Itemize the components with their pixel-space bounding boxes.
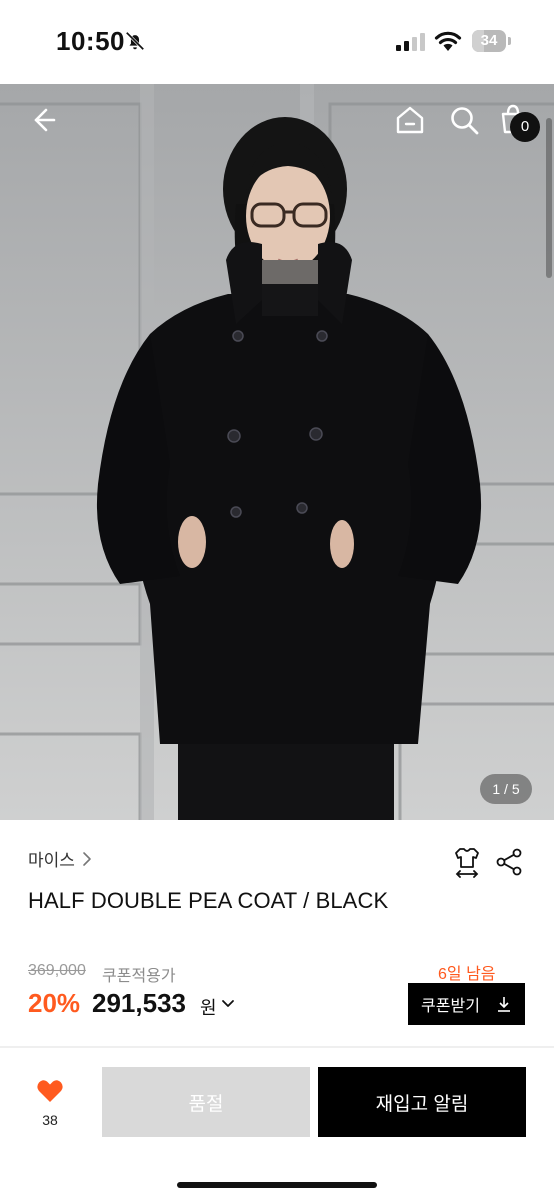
share-icon[interactable] [496, 848, 522, 876]
soldout-label: 품절 [188, 1093, 224, 1115]
discount-rate: 20% [28, 988, 81, 1018]
back-arrow-icon[interactable] [24, 102, 60, 138]
battery-indicator: 34 [472, 30, 512, 52]
scrollbar[interactable] [546, 118, 552, 278]
brand-link[interactable]: 마이스 [28, 846, 93, 871]
like-button[interactable]: 38 [28, 1078, 72, 1134]
original-price: 369,000 [28, 962, 86, 979]
battery-cap [508, 37, 511, 45]
chevron-down-icon[interactable] [221, 998, 235, 1010]
soldout-button[interactable]: 품절 [102, 1067, 310, 1137]
divider [0, 1046, 554, 1048]
like-count: 38 [42, 1112, 58, 1128]
image-counter: 1 / 5 [480, 774, 532, 804]
chevron-right-icon [83, 851, 91, 866]
product-photo [0, 84, 554, 820]
download-icon [497, 997, 510, 1012]
heart-icon [37, 1080, 63, 1102]
home-indicator [177, 1182, 377, 1188]
status-time: 10:50 [56, 26, 125, 56]
get-coupon-button[interactable]: 쿠폰받기 [408, 983, 525, 1025]
size-guide-icon[interactable] [452, 846, 482, 878]
restock-alert-label: 재입고 알림 [375, 1093, 469, 1115]
wifi-icon [434, 31, 462, 51]
product-image-carousel[interactable]: 0 1 / 5 [0, 84, 554, 820]
home-icon[interactable] [392, 102, 428, 138]
battery-level-text: 34 [480, 32, 498, 49]
cart-count-badge[interactable]: 0 [510, 112, 540, 142]
bell-off-icon [125, 31, 145, 51]
get-coupon-label: 쿠폰받기 [421, 998, 480, 1015]
battery-body: 34 [472, 30, 506, 52]
currency-label: 원 [200, 998, 217, 1018]
sale-price: 291,533 [92, 988, 186, 1018]
product-title: HALF DOUBLE PEA COAT / BLACK [28, 888, 389, 913]
status-bar: 10:50 34 [0, 0, 554, 84]
search-icon[interactable] [446, 102, 482, 138]
brand-name: 마이스 [28, 851, 75, 870]
coupon-days-left: 6일 남음 [438, 966, 496, 983]
coupon-applied-label: 쿠폰적용가 [102, 968, 176, 985]
cellular-signal-icon [396, 33, 425, 51]
restock-alert-button[interactable]: 재입고 알림 [318, 1067, 526, 1137]
